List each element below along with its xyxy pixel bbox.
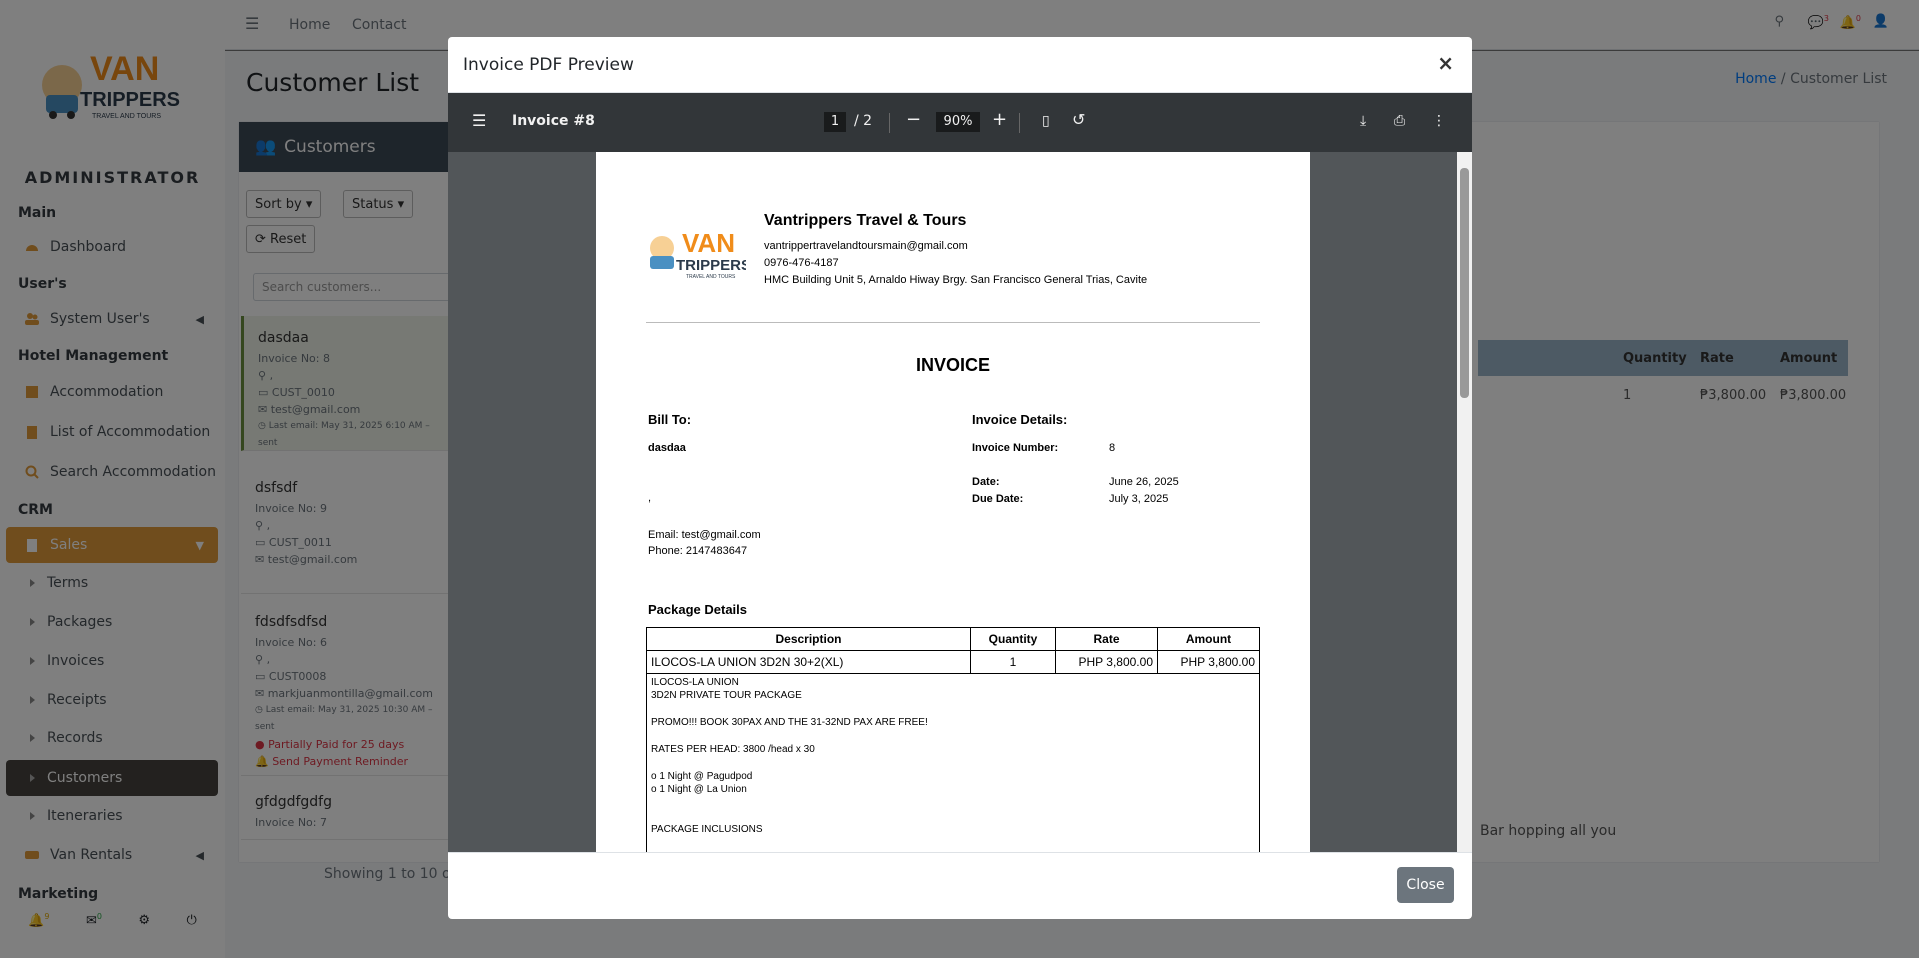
bill-to-location: ,	[648, 492, 652, 504]
fit-page-icon[interactable]: ▯	[1042, 113, 1050, 129]
pdf-toolbar: ☰ Invoice #8 1 / 2 − 90% + ▯ ↺ ⤓ ⎙ ⋮	[448, 93, 1472, 152]
package-notes: ILOCOS-LA UNION 3D2N PRIVATE TOUR PACKAG…	[646, 673, 1260, 852]
bill-to-email: Email: test@gmail.com	[648, 529, 761, 541]
header-divider	[646, 322, 1260, 323]
page-number-input[interactable]: 1	[824, 112, 846, 132]
notes-row: ILOCOS-LA UNION 3D2N PRIVATE TOUR PACKAG…	[646, 673, 1260, 852]
due-date: July 3, 2025	[1109, 493, 1169, 505]
cell-quantity: 1	[970, 650, 1056, 674]
toolbar-divider	[1019, 113, 1020, 133]
close-icon[interactable]: ×	[1437, 51, 1454, 75]
invoice-logo: VAN TRIPPERS TRAVEL AND TOURS	[650, 228, 746, 280]
invoice-preview-modal: Invoice PDF Preview × ☰ Invoice #8 1 / 2…	[448, 37, 1472, 919]
invoice-number-label: Invoice Number:	[972, 442, 1059, 454]
svg-text:VAN: VAN	[682, 228, 735, 258]
zoom-input[interactable]: 90%	[936, 112, 980, 132]
company-phone: 0976-476-4187	[764, 257, 839, 269]
zoom-out-icon[interactable]: −	[906, 109, 921, 130]
company-address: HMC Building Unit 5, Arnaldo Hiway Brgy.…	[764, 274, 1148, 286]
modal-title: Invoice PDF Preview	[463, 54, 634, 75]
download-icon[interactable]: ⤓	[1360, 113, 1366, 129]
col-rate: Rate	[1055, 627, 1158, 651]
svg-text:TRAVEL AND TOURS: TRAVEL AND TOURS	[686, 274, 736, 280]
invoice-number: 8	[1109, 442, 1116, 454]
page-total: / 2	[854, 113, 873, 129]
notes-line: o 1 Night @ Pagudpod	[651, 771, 753, 782]
bill-to-phone: Phone: 2147483647	[648, 545, 748, 557]
cell-amount: PHP 3,800.00	[1157, 650, 1260, 674]
company-name: Vantrippers Travel & Tours	[764, 212, 967, 229]
pdf-scrollbar[interactable]	[1457, 152, 1472, 852]
due-date-label: Due Date:	[972, 493, 1024, 505]
print-icon[interactable]: ⎙	[1394, 113, 1405, 129]
pdf-menu-icon[interactable]: ☰	[472, 111, 486, 130]
pdf-viewport[interactable]: VAN TRIPPERS TRAVEL AND TOURS Vantripper…	[448, 152, 1472, 852]
cell-rate: PHP 3,800.00	[1055, 650, 1158, 674]
date-label: Date:	[972, 476, 1000, 488]
bill-to-name: dasdaa	[648, 442, 686, 454]
svg-text:TRIPPERS: TRIPPERS	[676, 257, 746, 274]
company-email: vantrippertravelandtoursmain@gmail.com	[764, 240, 968, 252]
bill-to-label: Bill To:	[648, 412, 692, 427]
invoice-details-label: Invoice Details:	[972, 412, 1068, 427]
invoice-date: June 26, 2025	[1109, 476, 1179, 488]
more-options-icon[interactable]: ⋮	[1432, 113, 1446, 129]
table-row: ILOCOS-LA UNION 3D2N 30+2(XL) 1 PHP 3,80…	[646, 650, 1260, 674]
notes-line: PACKAGE INCLUSIONS	[651, 824, 763, 835]
table-header-row: Description Quantity Rate Amount	[646, 627, 1260, 651]
notes-line: 3D2N PRIVATE TOUR PACKAGE	[651, 690, 802, 701]
close-button[interactable]: Close	[1397, 867, 1454, 903]
pdf-page: VAN TRIPPERS TRAVEL AND TOURS Vantripper…	[596, 152, 1310, 852]
col-description: Description	[646, 627, 971, 651]
scrollbar-thumb[interactable]	[1460, 168, 1469, 398]
cell-description: ILOCOS-LA UNION 3D2N 30+2(XL)	[646, 650, 971, 674]
modal-footer: Close	[448, 852, 1472, 919]
col-quantity: Quantity	[970, 627, 1056, 651]
modal-header: Invoice PDF Preview ×	[448, 37, 1472, 93]
col-amount: Amount	[1157, 627, 1260, 651]
toolbar-divider	[889, 113, 890, 133]
notes-line: ILOCOS-LA UNION	[651, 677, 739, 688]
rotate-icon[interactable]: ↺	[1072, 110, 1085, 129]
zoom-in-icon[interactable]: +	[992, 109, 1007, 130]
notes-line: PROMO!!! BOOK 30PAX AND THE 31-32ND PAX …	[651, 717, 928, 728]
invoice-heading: INVOICE	[915, 355, 990, 375]
package-details-label: Package Details	[648, 602, 748, 617]
notes-line: RATES PER HEAD: 3800 /head x 30	[651, 744, 815, 755]
pdf-doc-title: Invoice #8	[512, 113, 595, 129]
notes-line: o 1 Night @ La Union	[651, 784, 747, 795]
invoice-table: Description Quantity Rate Amount ILOCOS-…	[646, 627, 1260, 852]
